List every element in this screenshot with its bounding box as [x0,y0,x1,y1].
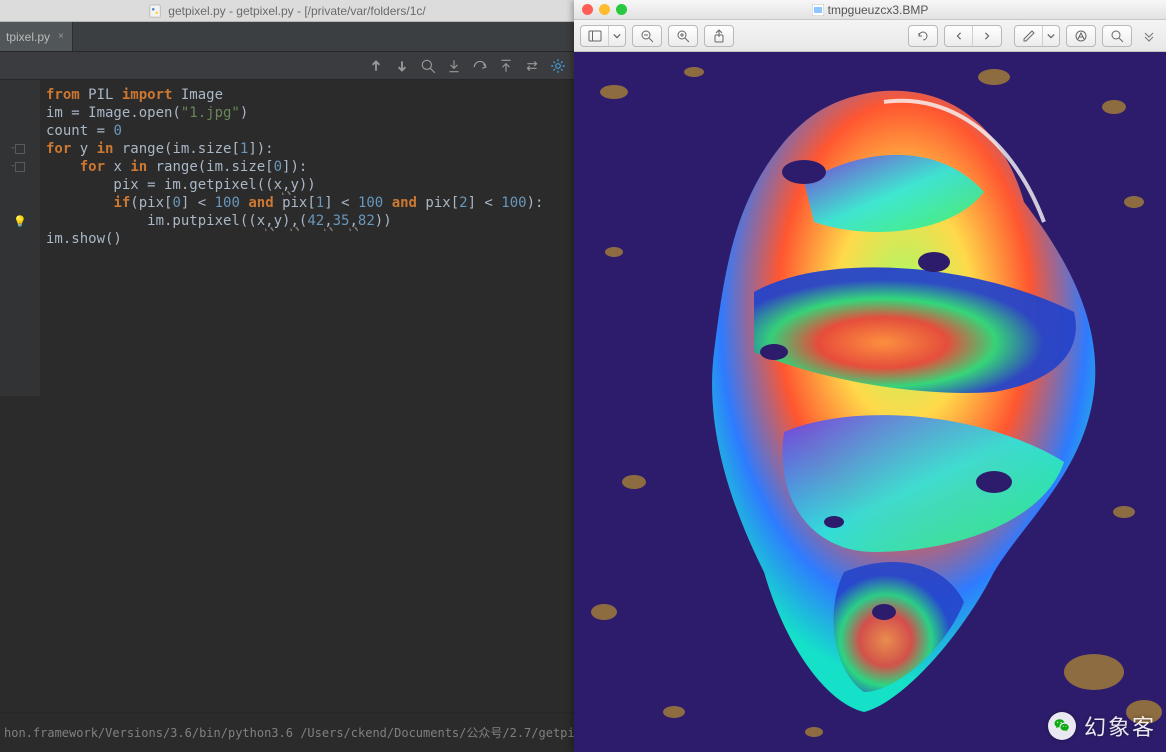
zoom-out-button[interactable] [632,25,662,47]
sidebar-toggle-button[interactable] [581,26,609,46]
replace-icon[interactable] [524,58,540,74]
code-line[interactable]: for x in range(im.size[0]): [46,158,543,176]
rotate-button[interactable] [908,25,938,47]
edit-button[interactable] [1015,26,1043,46]
preview-titlebar[interactable]: tmpgueuzcx3.BMP [574,0,1166,20]
bmp-file-icon [812,4,824,16]
zoom-in-button[interactable] [668,25,698,47]
preview-title-text: tmpgueuzcx3.BMP [828,3,929,17]
gutter-blank [0,194,40,212]
code-line[interactable]: if(pix[0] < 100 and pix[1] < 100 and pix… [46,194,543,212]
dropdown-icon[interactable] [1043,26,1059,46]
gutter-blank [0,176,40,194]
console-output: hon.framework/Versions/3.6/bin/python3.6… [0,712,574,752]
code-line[interactable]: for y in range(im.size[1]): [46,140,543,158]
code-line[interactable]: im.show() [46,230,543,248]
dropdown-icon[interactable] [609,26,625,46]
editor-empty-area [0,396,574,712]
close-window-button[interactable] [582,4,593,15]
image-canvas[interactable]: 幻象客 [574,52,1166,752]
fold-icon [0,140,40,158]
ide-titlebar: getpixel.py - getpixel.py - [/private/va… [0,0,574,22]
wechat-icon [1048,712,1076,740]
ide-window-title: getpixel.py - getpixel.py - [/private/va… [168,4,425,18]
settings-icon[interactable] [550,58,566,74]
prev-image-button[interactable] [945,26,973,46]
preview-title: tmpgueuzcx3.BMP [574,3,1166,17]
editor-tab[interactable]: tpixel.py × [0,22,73,51]
code-line[interactable]: im = Image.open("1.jpg") [46,104,543,122]
code-line[interactable]: from PIL import Image [46,86,543,104]
code-line[interactable]: count = 0 [46,122,543,140]
arrow-up-icon[interactable] [368,58,384,74]
watermark: 幻象客 [1048,710,1156,742]
gutter-blank [0,230,40,248]
editor-toolbar [0,52,574,80]
editor-tab-bar: tpixel.py × [0,22,574,52]
step-over-icon[interactable] [472,58,488,74]
edit-toggle-group [1014,25,1060,47]
watermark-text: 幻象客 [1084,710,1156,742]
ide-window: tpixel.py × 💡 from PIL import Imageim = … [0,22,574,752]
gutter-blank [0,104,40,122]
intention-bulb-icon: 💡 [0,212,40,230]
preview-toolbar [574,20,1166,52]
python-file-icon [148,4,162,18]
code-editor[interactable]: 💡 from PIL import Imageim = Image.open("… [0,80,574,396]
next-image-button[interactable] [973,26,1001,46]
code-line[interactable]: pix = im.getpixel((x,y)) [46,176,543,194]
nav-arrows [944,25,1002,47]
search-button[interactable] [1102,25,1132,47]
find-icon[interactable] [420,58,436,74]
preview-window: tmpgueuzcx3.BMP [574,0,1166,752]
markup-toolbar-button[interactable] [1066,25,1096,47]
gutter-blank [0,86,40,104]
arrow-down-icon[interactable] [394,58,410,74]
editor-tab-label: tpixel.py [6,30,50,44]
editor-gutter: 💡 [0,80,40,396]
share-button[interactable] [704,25,734,47]
minimize-window-button[interactable] [599,4,610,15]
step-out-icon[interactable] [498,58,514,74]
window-controls [574,4,627,15]
gutter-blank [0,122,40,140]
console-line: hon.framework/Versions/3.6/bin/python3.6… [4,724,574,741]
overflow-button[interactable] [1138,25,1160,47]
sidebar-toggle-group [580,25,626,47]
code-content[interactable]: from PIL import Imageim = Image.open("1.… [40,80,547,396]
fold-icon [0,158,40,176]
close-icon[interactable]: × [58,31,64,42]
code-line[interactable]: im.putpixel((x,y),(42,35,82)) [46,212,543,230]
step-into-icon[interactable] [446,58,462,74]
maximize-window-button[interactable] [616,4,627,15]
